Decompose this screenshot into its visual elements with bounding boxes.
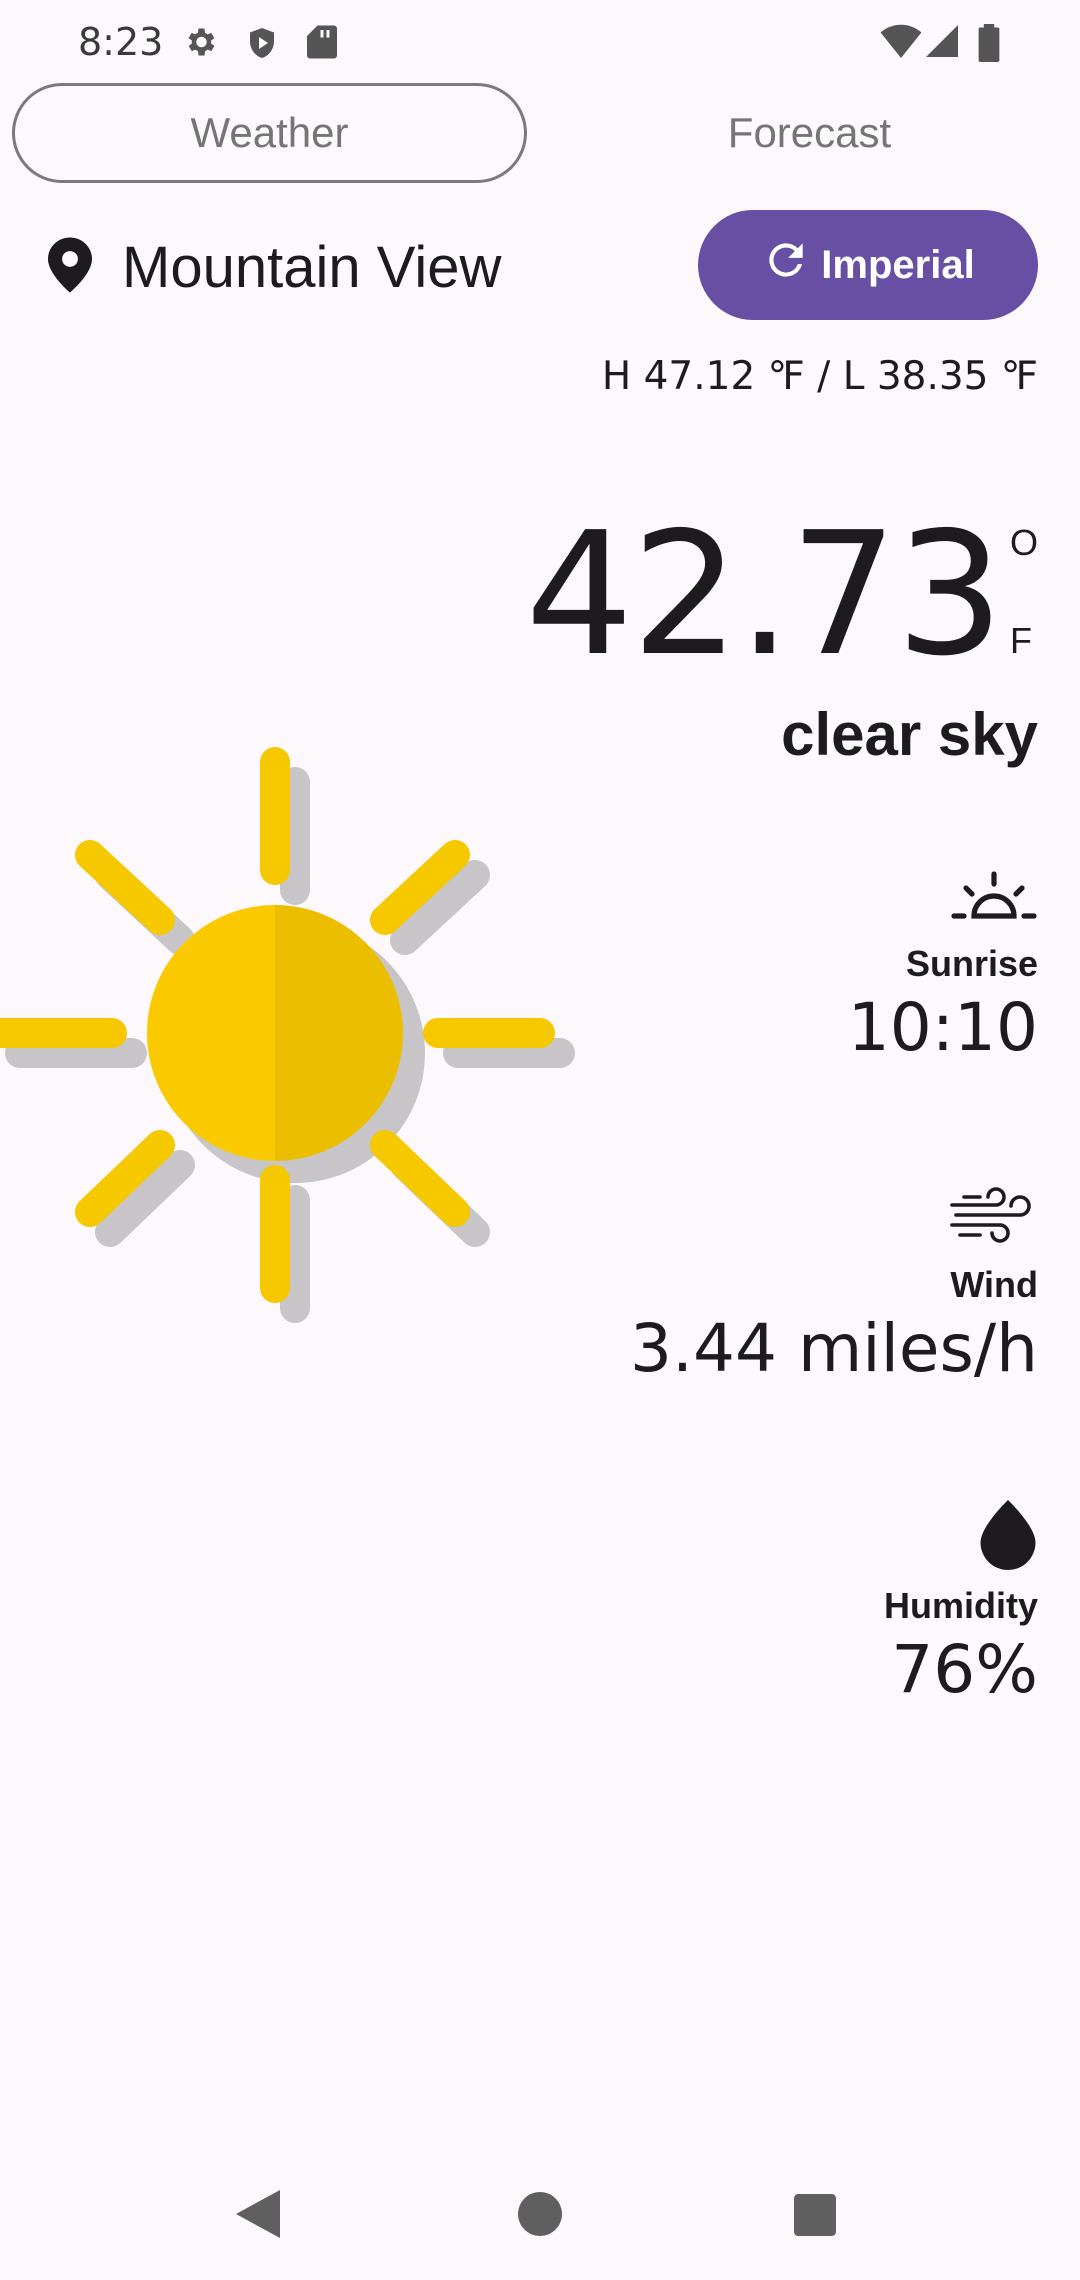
tab-weather[interactable]: Weather [12, 83, 527, 183]
units-toggle-button[interactable]: Imperial [698, 210, 1038, 320]
shield-icon [244, 24, 280, 67]
degree-symbol: O [1009, 522, 1038, 563]
wifi-icon [880, 24, 922, 63]
signal-icon [926, 24, 958, 63]
temperature-value: 42.73 [525, 496, 1004, 694]
sunrise-icon [950, 868, 1038, 933]
home-icon[interactable] [518, 2192, 562, 2241]
back-icon[interactable] [236, 2190, 280, 2243]
location-pin-icon [48, 237, 92, 298]
units-button-label: Imperial [821, 242, 975, 287]
sunrise-value: 10:10 [847, 989, 1038, 1066]
wind-value: 3.44 miles/h [630, 1310, 1038, 1387]
weather-condition: clear sky [781, 701, 1038, 768]
recents-icon[interactable] [794, 2194, 836, 2241]
location-name: Mountain View [122, 234, 502, 300]
location: Mountain View [48, 230, 501, 304]
humidity-value: 76% [891, 1631, 1038, 1708]
refresh-icon [761, 235, 821, 295]
status-bar: 8:23 [0, 0, 1080, 86]
temperature-unit: F [1009, 620, 1032, 661]
gear-icon [182, 24, 218, 65]
tab-forecast[interactable]: Forecast [552, 83, 1067, 183]
current-temperature: 42.73 O F [525, 510, 1038, 680]
status-time: 8:23 [78, 20, 164, 64]
weather-screen: 8:23 Weather Forecast Mountain View Impe… [0, 0, 1080, 2280]
sunrise-detail: Sunrise 10:10 [848, 868, 1038, 1066]
high-low-temperature: H 47.12 ℉ / L 38.35 ℉ [601, 354, 1038, 399]
temperature-unit-block: O F [1010, 522, 1038, 662]
sunrise-label: Sunrise [905, 943, 1038, 984]
wind-label: Wind [950, 1264, 1038, 1305]
wind-icon [948, 1185, 1038, 1254]
humidity-detail: Humidity 76% [884, 1500, 1038, 1708]
navigation-bar [0, 2148, 1080, 2280]
sun-icon [0, 740, 600, 1345]
wind-detail: Wind 3.44 miles/h [630, 1185, 1038, 1387]
water-drop-icon [978, 1500, 1038, 1575]
humidity-label: Humidity [883, 1585, 1038, 1626]
battery-icon [978, 24, 1000, 67]
sd-card-icon [306, 24, 338, 65]
